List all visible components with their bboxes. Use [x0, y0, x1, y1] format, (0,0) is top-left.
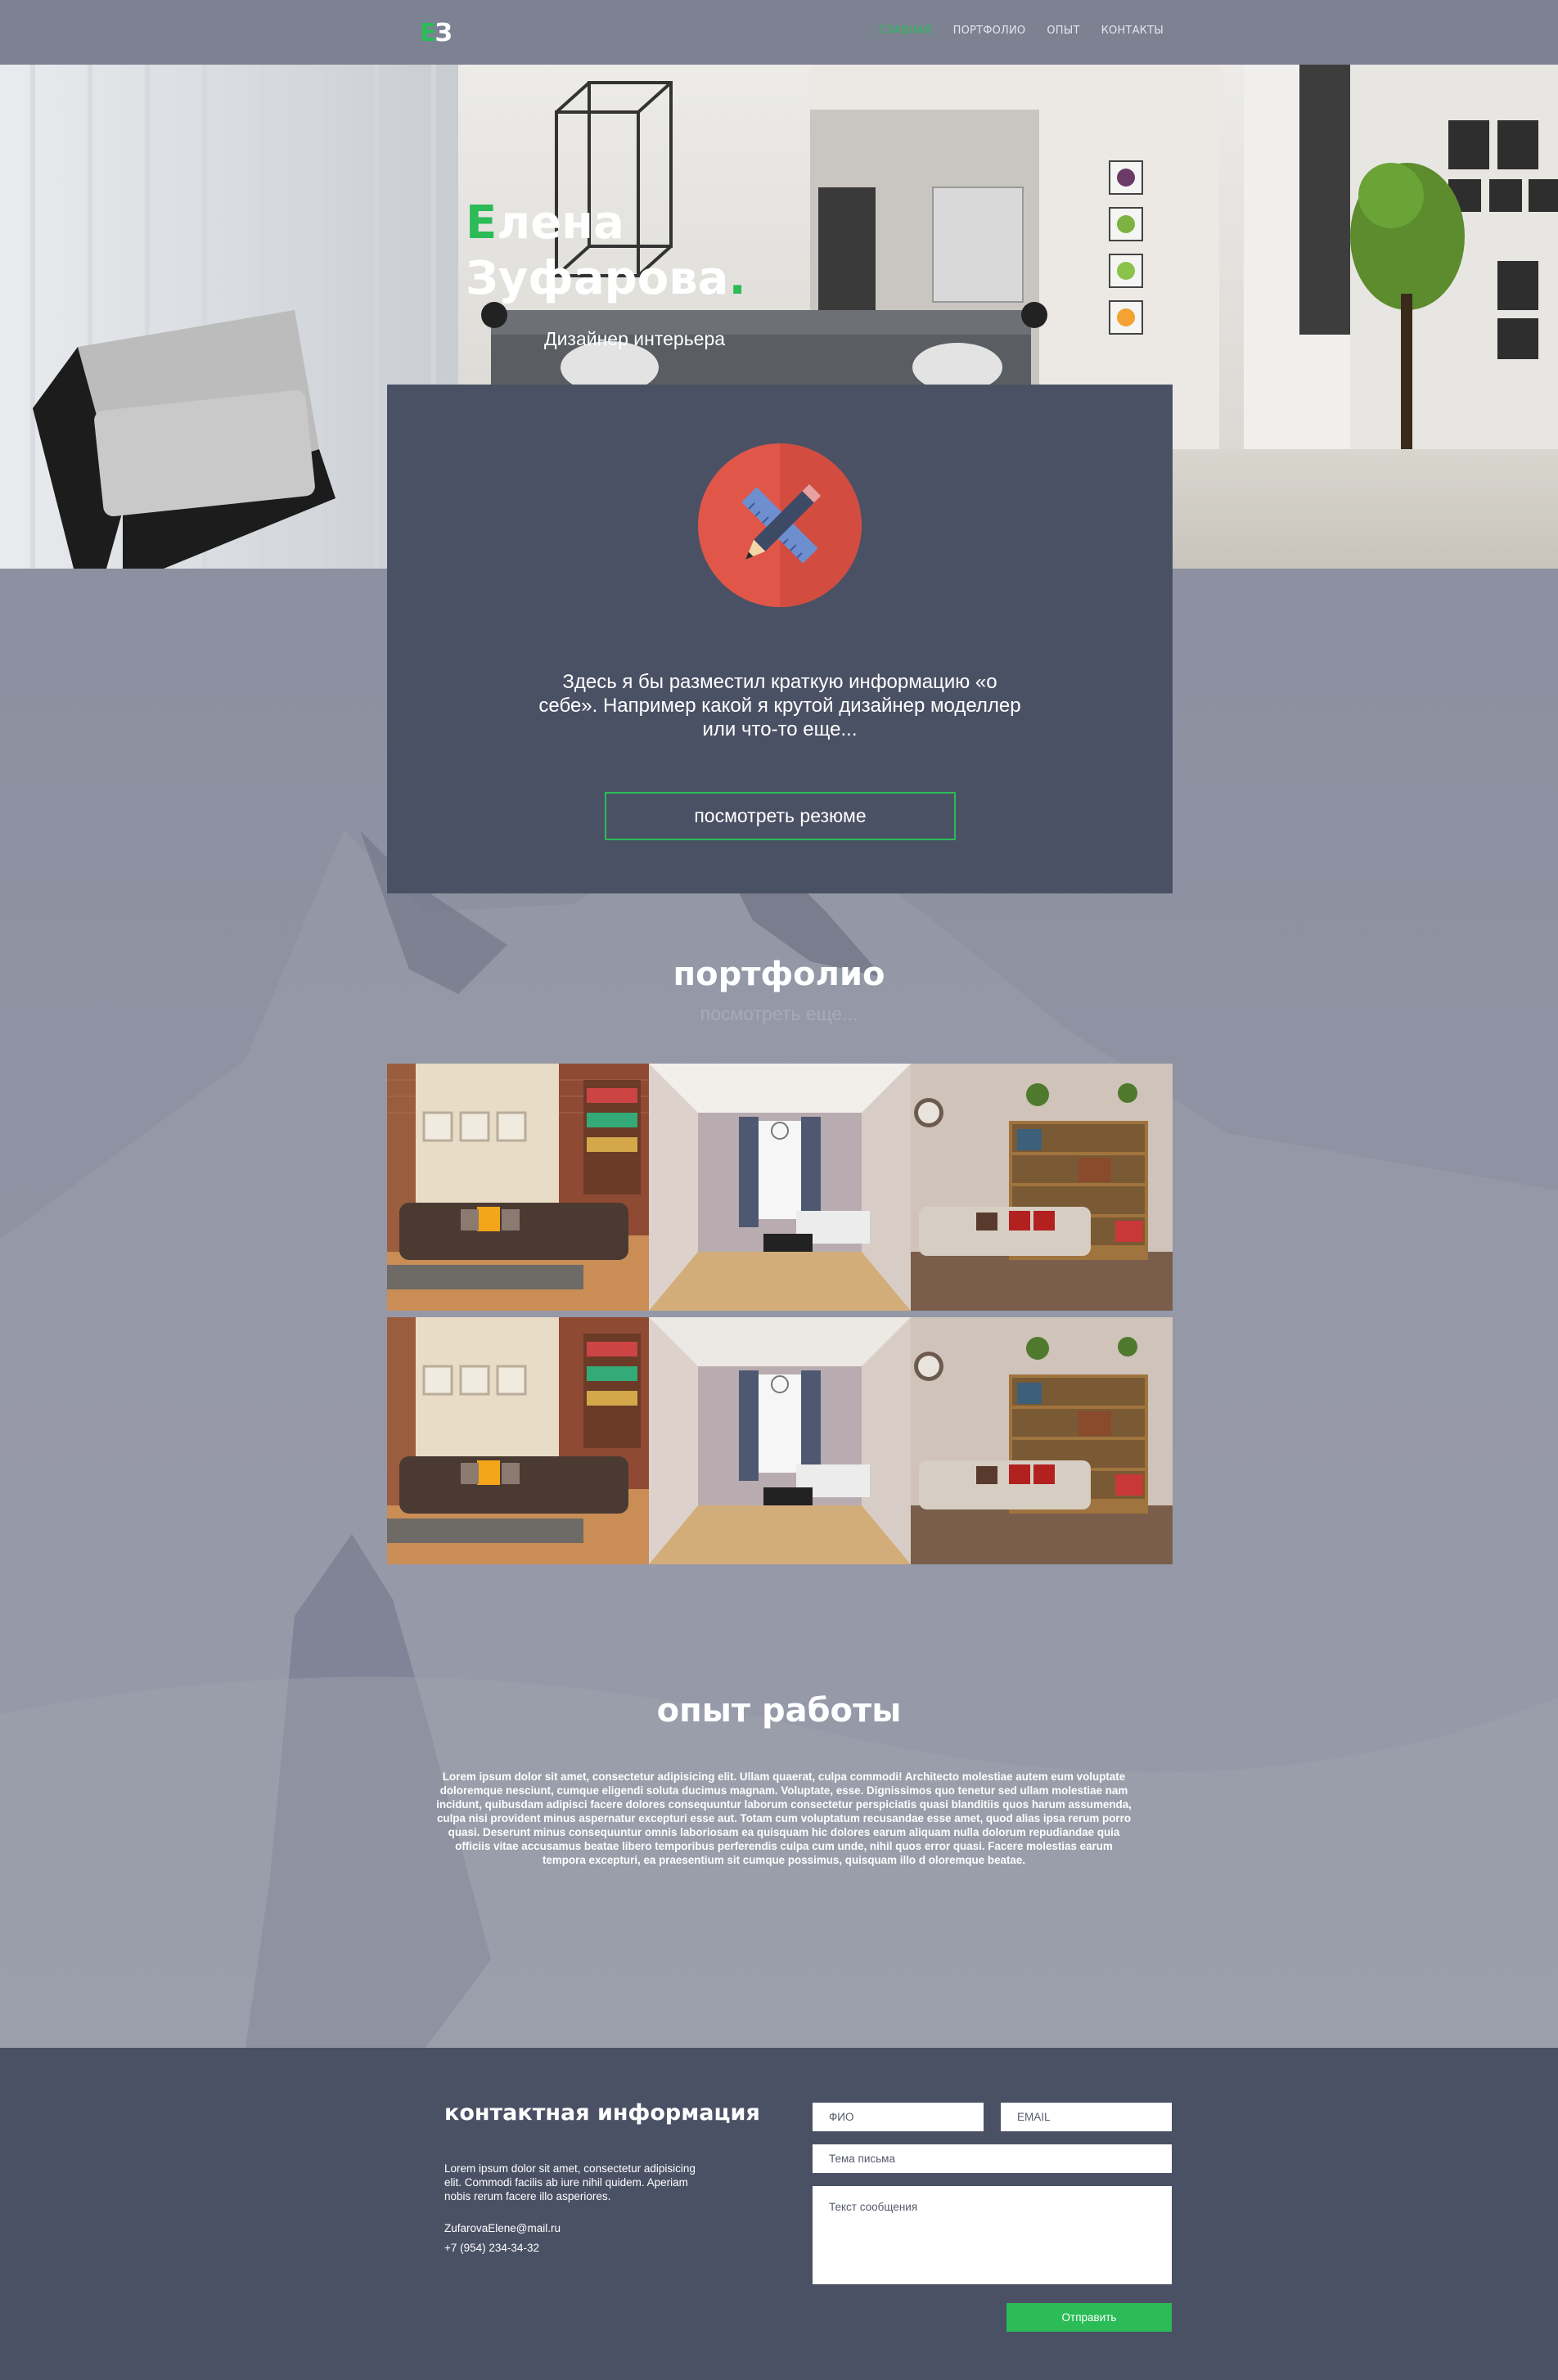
hero-first-name: лена [497, 196, 624, 250]
logo[interactable]: ЕЗ [420, 18, 453, 47]
contact-text: Lorem ipsum dolor sit amet, consectetur … [444, 2162, 696, 2202]
hero-subtitle: Дизайнер интерьера [544, 328, 726, 349]
nav-item-contacts[interactable]: КОНТАКТЫ [1101, 25, 1164, 37]
experience-title: опыт работы [656, 1692, 902, 1730]
portfolio-tile-brick-room[interactable] [387, 1317, 649, 1564]
portfolio-tile-white-room[interactable] [649, 1064, 911, 1311]
hero-dot: . [728, 252, 746, 305]
subject-input[interactable] [813, 2144, 1172, 2173]
logo-letter-e: Е [420, 18, 436, 47]
site-header: ЕЗ ГЛАВНАЯ ПОРТФОЛИО ОПЫТ КОНТАКТЫ [0, 0, 1558, 65]
nav-item-experience[interactable]: ОПЫТ [1047, 25, 1079, 37]
email-input[interactable] [1001, 2103, 1172, 2131]
hero-name: Елена Зуфарова. [466, 196, 746, 307]
portfolio-tile-white-room[interactable] [649, 1317, 911, 1564]
message-textarea[interactable] [813, 2186, 1172, 2284]
send-button[interactable]: Отправить [1006, 2303, 1172, 2332]
main-nav: ГЛАВНАЯ ПОРТФОЛИО ОПЫТ КОНТАКТЫ [879, 25, 1185, 37]
nav-item-home[interactable]: ГЛАВНАЯ [879, 25, 932, 37]
contact-footer [0, 2048, 1558, 2380]
portfolio-tile-bookshelf-room[interactable] [911, 1317, 1173, 1564]
portfolio-tile-bookshelf-room[interactable] [911, 1064, 1173, 1311]
portfolio-title: портфолио [673, 956, 885, 993]
about-panel: Здесь я бы разместил краткую информацию … [387, 385, 1173, 893]
about-text: Здесь я бы разместил краткую информацию … [538, 671, 1021, 740]
hero-last-name: Зуфарова [466, 252, 729, 305]
pencil-ruler-icon [698, 443, 862, 607]
contact-phone[interactable]: +7 (954) 234-34-32 [444, 2242, 539, 2254]
nav-item-portfolio[interactable]: ПОРТФОЛИО [953, 25, 1026, 37]
hero-first-initial: Е [466, 196, 498, 250]
view-resume-button[interactable]: посмотреть резюме [605, 792, 956, 840]
logo-letter-z: З [435, 18, 453, 47]
portfolio-grid [387, 1064, 1173, 1564]
experience-text: Lorem ipsum dolor sit amet, consectetur … [436, 1770, 1132, 1866]
portfolio-more-link[interactable]: посмотреть еще... [0, 1003, 1558, 1025]
name-input[interactable] [813, 2103, 984, 2131]
contact-title: контактная информация [444, 2100, 760, 2126]
portfolio-tile-brick-room[interactable] [387, 1064, 649, 1311]
contact-email[interactable]: ZufarovaElene@mail.ru [444, 2222, 561, 2234]
